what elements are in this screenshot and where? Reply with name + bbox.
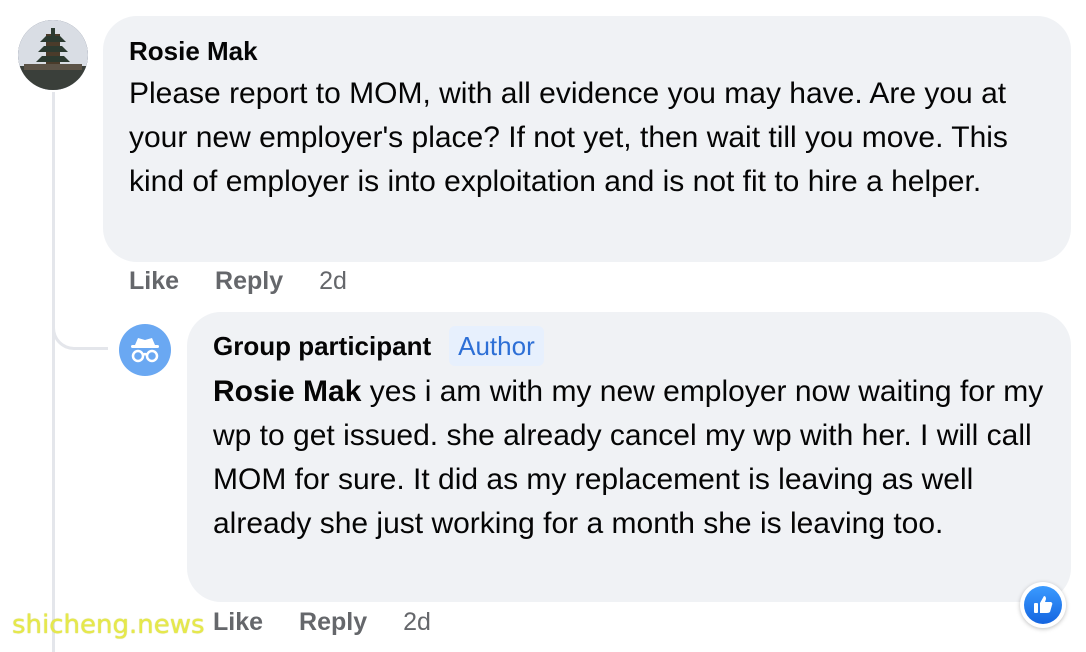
comment-actions: Like Reply 2d <box>129 267 347 296</box>
thread-line <box>52 92 55 652</box>
reply-actions: Like Reply 2d <box>213 608 431 637</box>
avatar[interactable] <box>18 20 88 90</box>
comment-bubble: Rosie Mak Please report to MOM, with all… <box>103 16 1071 262</box>
pagoda-photo <box>18 20 88 90</box>
reply-header: Group participant Author <box>213 326 1045 366</box>
mention-link[interactable]: Rosie Mak <box>213 375 361 408</box>
reply-text: Rosie Mak yes i am with my new employer … <box>213 370 1045 546</box>
comment-text: Please report to MOM, with all evidence … <box>129 77 1008 198</box>
like-button[interactable]: Like <box>129 267 179 296</box>
reply-button[interactable]: Reply <box>215 267 283 296</box>
author-badge: Author <box>449 326 544 366</box>
reply-author[interactable]: Group participant <box>213 329 431 363</box>
reply-button[interactable]: Reply <box>299 608 367 637</box>
thread-connector <box>52 302 108 350</box>
watermark: shicheng.news <box>12 610 205 640</box>
anonymous-incognito-icon[interactable] <box>119 324 171 376</box>
thumbs-up-icon[interactable] <box>1020 582 1066 628</box>
comment-timestamp[interactable]: 2d <box>319 267 347 296</box>
reply-bubble: Group participant Author Rosie Mak yes i… <box>187 312 1071 602</box>
reply-timestamp[interactable]: 2d <box>403 608 431 637</box>
like-button[interactable]: Like <box>213 608 263 637</box>
comment-author[interactable]: Rosie Mak <box>129 34 1045 68</box>
